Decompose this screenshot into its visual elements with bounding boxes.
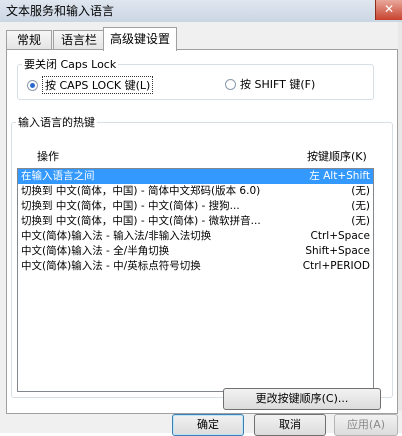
window-scrollbar[interactable] xyxy=(398,22,402,411)
hotkeys-list[interactable]: 在输入语言之间 左 Alt+Shift 切换到 中文(简体，中国) - 简体中文… xyxy=(17,168,374,392)
list-item-action: 中文(简体)输入法 - 中/英标点符号切换 xyxy=(21,260,201,272)
column-header-key-sequence: 按键顺序(K) xyxy=(307,150,367,163)
list-item-action: 中文(简体)输入法 - 输入法/非输入法切换 xyxy=(21,230,212,242)
caps-lock-key-label: 按 CAPS LOCK 键(L) xyxy=(42,76,154,94)
list-item[interactable]: 中文(简体)输入法 - 输入法/非输入法切换 Ctrl+Space xyxy=(18,229,373,244)
list-item-key: (无) xyxy=(351,185,370,197)
title-bar[interactable]: 文本服务和输入语言 ✕ xyxy=(0,0,402,23)
tab-general[interactable]: 常规 xyxy=(6,30,52,50)
list-item-key: Ctrl+Space xyxy=(310,230,370,242)
tab-language-bar-label: 语言栏 xyxy=(60,33,97,47)
caps-lock-key-radio[interactable]: 按 CAPS LOCK 键(L) xyxy=(27,76,154,94)
tab-page: 要关闭 Caps Lock 按 CAPS LOCK 键(L) 按 SHIFT 键… xyxy=(6,49,398,414)
tab-language-bar[interactable]: 语言栏 xyxy=(53,30,105,50)
dialog-client: 常规 语言栏 高级键设置 要关闭 Caps Lock 按 CAPS LOCK 键… xyxy=(0,22,402,436)
list-item-action: 切换到 中文(简体，中国) - 简体中文郑码(版本 6.0) xyxy=(21,185,261,197)
list-item-key: (无) xyxy=(351,200,370,212)
list-item[interactable]: 切换到 中文(简体，中国) - 简体中文郑码(版本 6.0) (无) xyxy=(18,184,373,199)
list-item[interactable]: 切换到 中文(简体，中国) - 中文(简体) - 微软拼音... (无) xyxy=(18,214,373,229)
caps-lock-legend: 要关闭 Caps Lock xyxy=(24,58,117,71)
list-item[interactable]: 中文(简体)输入法 - 全/半角切换 Shift+Space xyxy=(18,244,373,259)
shift-key-label: 按 SHIFT 键(F) xyxy=(240,78,316,91)
list-item-key: (无) xyxy=(351,215,370,227)
list-item-key: Ctrl+PERIOD xyxy=(302,260,370,272)
shift-key-radio[interactable]: 按 SHIFT 键(F) xyxy=(225,76,315,92)
list-item-action: 切换到 中文(简体，中国) - 中文(简体) - 搜狗... xyxy=(21,200,240,212)
radio-unselected-icon xyxy=(225,78,236,90)
column-header-action: 操作 xyxy=(37,150,59,163)
list-item[interactable]: 在输入语言之间 左 Alt+Shift xyxy=(18,169,373,184)
tab-advanced-key-settings-label: 高级键设置 xyxy=(109,32,170,46)
change-key-sequence-button[interactable]: 更改按键顺序(C)... xyxy=(223,388,381,410)
list-item[interactable]: 中文(简体)输入法 - 中/英标点符号切换 Ctrl+PERIOD xyxy=(18,259,373,274)
tab-general-label: 常规 xyxy=(16,33,41,47)
close-button[interactable]: ✕ xyxy=(375,0,402,20)
list-item-action: 在输入语言之间 xyxy=(21,170,95,182)
list-item[interactable]: 切换到 中文(简体，中国) - 中文(简体) - 搜狗... (无) xyxy=(18,199,373,214)
tab-advanced-key-settings[interactable]: 高级键设置 xyxy=(103,27,177,51)
list-item-action: 切换到 中文(简体，中国) - 中文(简体) - 微软拼音... xyxy=(21,215,261,227)
list-item-action: 中文(简体)输入法 - 全/半角切换 xyxy=(21,245,170,257)
radio-selected-icon xyxy=(27,79,38,91)
list-item-key: 左 Alt+Shift xyxy=(309,170,370,182)
list-item-key: Shift+Space xyxy=(305,245,370,257)
hotkeys-legend: 输入语言的热键 xyxy=(18,116,95,129)
window-title: 文本服务和输入语言 xyxy=(6,4,115,18)
